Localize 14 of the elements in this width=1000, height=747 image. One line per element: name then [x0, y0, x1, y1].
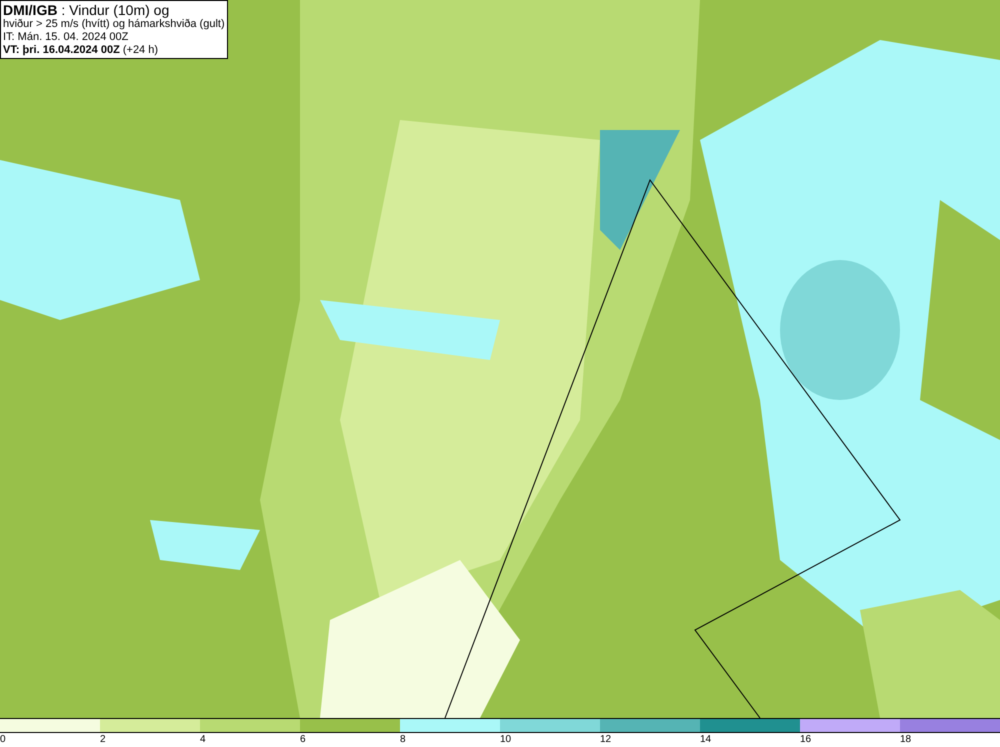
scale-tick-label: 18	[900, 733, 912, 746]
info-text: hviður > 25 m/s (hvítt) og hámarkshviða (gult)	[3, 18, 225, 31]
scale-tick-label: 14	[700, 733, 712, 746]
scale-tick-label: 10	[500, 733, 512, 746]
scale-tick-label: 6	[300, 733, 306, 746]
scale-tick-label: 16	[800, 733, 812, 746]
scale-tick-label: 8	[400, 733, 406, 746]
scale-tick-label: 2	[100, 733, 106, 746]
info-text: IT: Mán. 15. 04. 2024 00Z	[3, 31, 130, 44]
scale-tick-label: 4	[200, 733, 206, 746]
info-text: DMI/IGB : Vindur (10m) og	[3, 2, 170, 18]
scale-tick-label: 12	[600, 733, 612, 746]
scale-tick-label: 0	[0, 733, 6, 746]
info-text: VT: þri. 16.04.2024 00Z (+24 h)	[3, 44, 160, 57]
